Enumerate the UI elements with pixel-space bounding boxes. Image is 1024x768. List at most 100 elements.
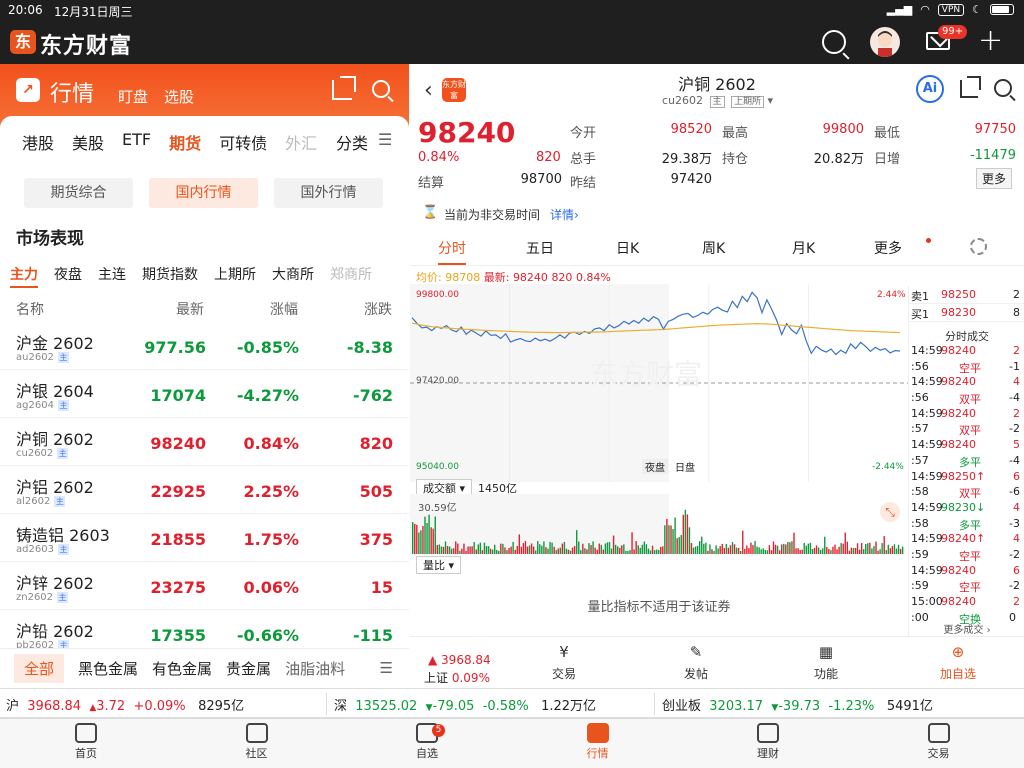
volume-bar — [432, 528, 434, 554]
yen-icon: ¥ — [559, 643, 569, 661]
post-button[interactable]: ✎ 发帖 — [666, 643, 726, 682]
volume-bar — [621, 545, 623, 554]
tape-rows[interactable]: 14:59 98240 2:56 空平 -1 14:59 98240 4:56 双平 -4 14:5… — [909, 344, 1024, 626]
menu-icon[interactable]: ☰ — [380, 659, 393, 677]
volume-bar — [795, 548, 797, 554]
volume-bar — [422, 525, 424, 554]
futures-row[interactable]: 沪铜 2602 cu2602 主 98240 0.84% 820 — [0, 418, 409, 466]
index-value[interactable]: ▲ 3968.84 — [428, 653, 491, 667]
sector-all[interactable]: 全部 — [14, 654, 65, 683]
stock-picker-link[interactable]: 选股 — [164, 86, 194, 107]
avatar[interactable] — [870, 27, 900, 57]
sector-oils[interactable]: 油脂油料 — [285, 658, 345, 679]
tab-czce[interactable]: 郑商所 — [330, 264, 372, 288]
sector-precious[interactable]: 贵金属 — [226, 658, 271, 679]
tab-forex[interactable]: 外汇 — [285, 130, 317, 154]
futures-row[interactable]: 沪铝 2602 al2602 主 22925 2.25% 505 — [0, 466, 409, 514]
share-icon[interactable] — [960, 76, 981, 98]
tab-more[interactable]: 更多 — [874, 238, 902, 258]
index-item[interactable]: 沪 3968.84 ▲3.72 +0.09% 8295亿 — [6, 695, 244, 714]
oi-value: 20.82万 — [813, 152, 864, 167]
tab-watchlist[interactable]: 自选 — [397, 723, 457, 761]
volume-bar — [471, 546, 473, 554]
watch-link[interactable]: 盯盘 — [118, 86, 148, 107]
tab-trade[interactable]: 交易 — [909, 723, 969, 761]
col-last[interactable]: 最新 — [176, 299, 204, 319]
subtab-overview[interactable]: 期货综合 — [24, 178, 133, 208]
futures-row[interactable]: 沪锌 2602 zn2602 主 23275 0.06% 15 — [0, 562, 409, 610]
tab-dce[interactable]: 大商所 — [272, 264, 314, 288]
tape-row: :57 多平 -4 — [911, 453, 1020, 469]
volume-bar — [528, 545, 531, 554]
add-icon[interactable]: + — [978, 26, 1003, 56]
index-item[interactable]: 深 13525.02 ▼-79.05 -0.58% 1.22万亿 — [334, 695, 596, 714]
ai-button[interactable]: Ai — [916, 75, 944, 103]
expand-icon[interactable]: ⤡ — [880, 502, 900, 522]
volume-bar — [778, 550, 781, 554]
ratio-indicator-select[interactable]: 量比 ▾ — [416, 556, 462, 574]
tab-futures[interactable]: 期货 — [169, 130, 201, 154]
col-chg[interactable]: 涨跌 — [364, 299, 392, 319]
tab-home[interactable]: 首页 — [56, 723, 116, 761]
tab-us[interactable]: 美股 — [72, 130, 104, 154]
tape-row: :59 空平 -2 — [911, 547, 1020, 563]
tab-intraday[interactable]: 分时 — [438, 238, 466, 265]
down-arrow-icon: ▼ — [425, 703, 433, 713]
sector-nonferrous[interactable]: 有色金属 — [152, 658, 212, 679]
tab-wealth[interactable]: 理财 — [738, 723, 798, 761]
gear-icon[interactable] — [970, 238, 987, 255]
index-item[interactable]: 创业板 3203.17 ▼-39.73 -1.23% 5491亿 — [662, 695, 933, 714]
tab-daily-k[interactable]: 日K — [616, 238, 639, 258]
col-pct[interactable]: 涨幅 — [270, 299, 298, 319]
tab-shfe[interactable]: 上期所 — [214, 264, 256, 288]
volume-bar — [457, 543, 459, 554]
category-more-button[interactable]: 分类 — [336, 130, 368, 154]
share-icon[interactable] — [332, 76, 356, 100]
subtab-domestic[interactable]: 国内行情 — [149, 178, 258, 208]
volume-bar — [824, 536, 826, 554]
index-strip: 沪 3968.84 ▲3.72 +0.09% 8295亿 深 13525.02 ▼… — [0, 688, 1024, 718]
volume-bar — [799, 550, 801, 554]
search-icon[interactable] — [994, 79, 1012, 97]
tab-market[interactable]: 行情 — [568, 723, 628, 761]
trade-button[interactable]: ¥ 交易 — [534, 643, 594, 682]
menu-icon[interactable]: ☰ — [378, 130, 392, 149]
futures-row[interactable]: 铸造铝 2603 ad2603 主 21855 1.75% 375 — [0, 514, 409, 562]
volume-bar — [834, 544, 836, 554]
subtab-foreign[interactable]: 国外行情 — [274, 178, 383, 208]
col-name[interactable]: 名称 — [16, 299, 44, 319]
signal-icon: ▂▄▆ — [886, 3, 913, 16]
tab-weekly-k[interactable]: 周K — [702, 238, 725, 258]
pct-top-label: 2.44% — [877, 290, 906, 300]
tab-community[interactable]: 社区 — [227, 723, 287, 761]
volume-bar — [893, 544, 896, 554]
tab-continuous[interactable]: 主连 — [98, 264, 126, 288]
tab-futures-index[interactable]: 期货指数 — [142, 264, 198, 288]
tab-monthly-k[interactable]: 月K — [792, 238, 815, 258]
hourglass-icon: ⌛ — [422, 205, 439, 220]
tab-main[interactable]: 主力 — [10, 264, 38, 288]
quote-subtitle[interactable]: cu2602 主 上期所 ▾ — [662, 94, 773, 108]
tab-etf[interactable]: ETF — [122, 130, 151, 154]
tab-night[interactable]: 夜盘 — [54, 264, 82, 288]
search-icon[interactable] — [372, 80, 390, 98]
sector-ferrous[interactable]: 黑色金属 — [78, 658, 138, 679]
futures-row[interactable]: 沪金 2602 au2602 主 977.56 -0.85% -8.38 — [0, 322, 409, 370]
volume-bar — [705, 542, 707, 554]
tab-hk[interactable]: 港股 — [22, 130, 54, 154]
futures-row[interactable]: 沪银 2604 ag2604 主 17074 -4.27% -762 — [0, 370, 409, 418]
tab-convertible[interactable]: 可转债 — [219, 130, 267, 154]
function-button[interactable]: ▦ 功能 — [796, 643, 856, 682]
more-button[interactable]: 更多 — [976, 168, 1013, 189]
divider — [654, 693, 655, 715]
add-watch-button[interactable]: ⊕ 加自选 — [928, 643, 988, 682]
community-icon — [245, 723, 268, 743]
day-session-label: 日盘 — [675, 463, 695, 474]
details-link[interactable]: 详情› — [550, 206, 579, 223]
volume-bar — [867, 543, 869, 554]
search-icon[interactable] — [822, 30, 846, 54]
pct-change: -4.27% — [236, 386, 299, 405]
more-trades-link[interactable]: 更多成交 › — [909, 621, 1024, 636]
tab-5day[interactable]: 五日 — [526, 238, 554, 258]
volume-bar — [467, 546, 469, 554]
